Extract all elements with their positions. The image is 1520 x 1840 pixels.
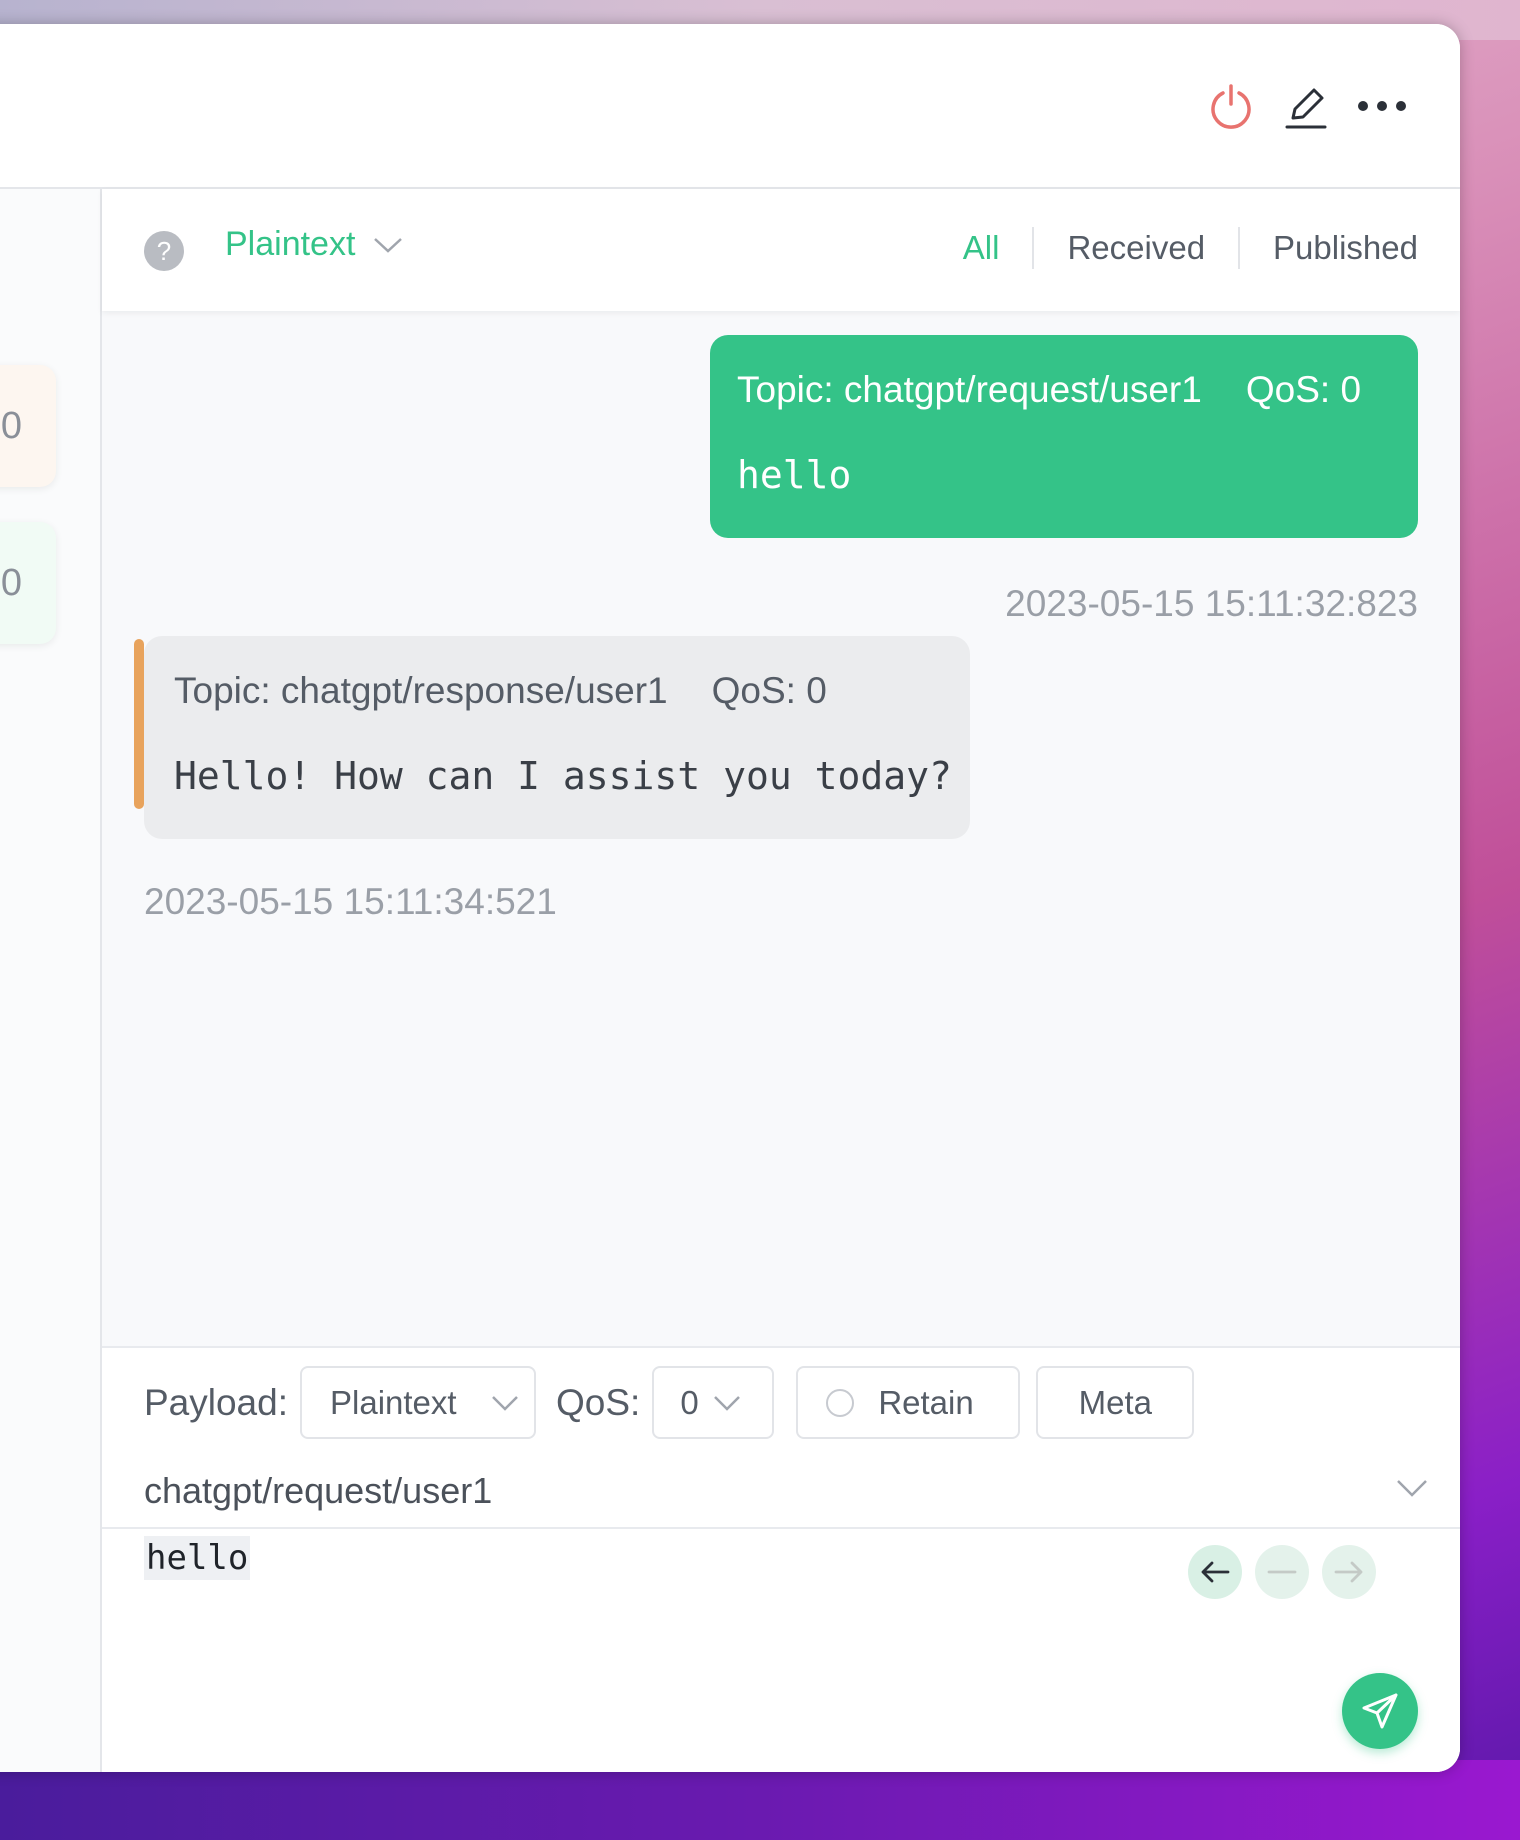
message-payload: hello	[737, 453, 852, 497]
tab-received[interactable]: Received	[1034, 229, 1238, 267]
arrow-left-icon	[1201, 1561, 1230, 1583]
stat-card-received: 0	[0, 365, 56, 487]
payload-format-select[interactable]: Plaintext	[225, 225, 403, 264]
chevron-down-icon[interactable]	[1396, 1478, 1428, 1498]
payload-label: Payload:	[144, 1381, 288, 1423]
message-list: Topic: chatgpt/request/user1 QoS: 0 hell…	[102, 311, 1460, 1346]
send-button[interactable]	[1342, 1673, 1418, 1749]
stats-sidebar: 0 0	[0, 189, 102, 1772]
payload-format-value: Plaintext	[330, 1383, 457, 1421]
tab-published[interactable]: Published	[1240, 229, 1418, 267]
message-filter-bar: ? Plaintext All Received Published	[102, 189, 1460, 311]
message-qos: QoS: 0	[1245, 369, 1362, 410]
help-icon[interactable]: ?	[144, 231, 184, 271]
desktop-wallpaper-bottom	[0, 1760, 1520, 1840]
help-glyph: ?	[156, 235, 172, 266]
meta-label: Meta	[1078, 1383, 1153, 1421]
history-back-button[interactable]	[1188, 1545, 1242, 1599]
history-clear-button[interactable]	[1255, 1545, 1309, 1599]
radio-circle-icon	[826, 1388, 855, 1417]
message-payload: Hello! How can I assist you today?	[174, 754, 952, 798]
qos-dropdown[interactable]: 0	[652, 1366, 775, 1439]
qos-value: 0	[680, 1383, 699, 1421]
message-tabs: All Received Published	[930, 227, 1418, 269]
chevron-down-icon	[713, 1395, 740, 1411]
message-timestamp: 2023-05-15 15:11:34:521	[144, 881, 557, 922]
message-timestamp: 2023-05-15 15:11:32:823	[1005, 583, 1418, 624]
paper-plane-icon	[1362, 1693, 1398, 1729]
power-icon[interactable]	[1203, 78, 1259, 134]
message-qos: QoS: 0	[711, 670, 827, 711]
retain-label: Retain	[878, 1383, 974, 1421]
chevron-down-icon	[374, 237, 403, 253]
received-message-bubble[interactable]: Topic: chatgpt/response/user1 QoS: 0 Hel…	[134, 636, 970, 839]
retain-toggle[interactable]: Retain	[796, 1366, 1021, 1439]
payload-editor[interactable]: hello	[144, 1536, 251, 1580]
message-topic: Topic: chatgpt/response/user1	[174, 670, 668, 711]
minus-icon	[1267, 1570, 1297, 1574]
qos-label: QoS:	[556, 1381, 641, 1423]
history-forward-button[interactable]	[1322, 1545, 1376, 1599]
message-topic: Topic: chatgpt/request/user1	[737, 369, 1202, 410]
received-indicator-bar	[134, 639, 144, 809]
message-meta: Topic: chatgpt/response/user1 QoS: 0	[174, 670, 942, 712]
topic-input[interactable]: chatgpt/request/user1	[102, 1454, 1460, 1529]
tab-all[interactable]: All	[930, 229, 1033, 267]
app-window: 0 0 ? Plaintext All Received Published T…	[0, 24, 1460, 1772]
message-panel: ? Plaintext All Received Published Topic…	[102, 189, 1460, 1772]
connection-toolbar	[0, 24, 1460, 189]
message-meta: Topic: chatgpt/request/user1 QoS: 0	[737, 369, 1390, 411]
pencil-icon[interactable]	[1277, 78, 1333, 134]
stat-value: 0	[0, 404, 22, 447]
payload-format-dropdown[interactable]: Plaintext	[300, 1366, 536, 1439]
chevron-down-icon	[491, 1395, 518, 1411]
stat-card-published: 0	[0, 522, 56, 644]
publish-panel: Payload: Plaintext QoS: 0 Retain Meta ch…	[102, 1346, 1460, 1772]
topic-value: chatgpt/request/user1	[144, 1469, 493, 1511]
meta-button[interactable]: Meta	[1036, 1366, 1195, 1439]
publish-options-row: Payload: Plaintext QoS: 0 Retain Meta	[144, 1366, 1195, 1439]
arrow-right-icon	[1334, 1561, 1363, 1583]
published-message-bubble[interactable]: Topic: chatgpt/request/user1 QoS: 0 hell…	[710, 335, 1418, 538]
stat-value: 0	[0, 561, 22, 604]
payload-format-label: Plaintext	[225, 225, 356, 263]
ellipsis-icon[interactable]	[1354, 78, 1410, 134]
